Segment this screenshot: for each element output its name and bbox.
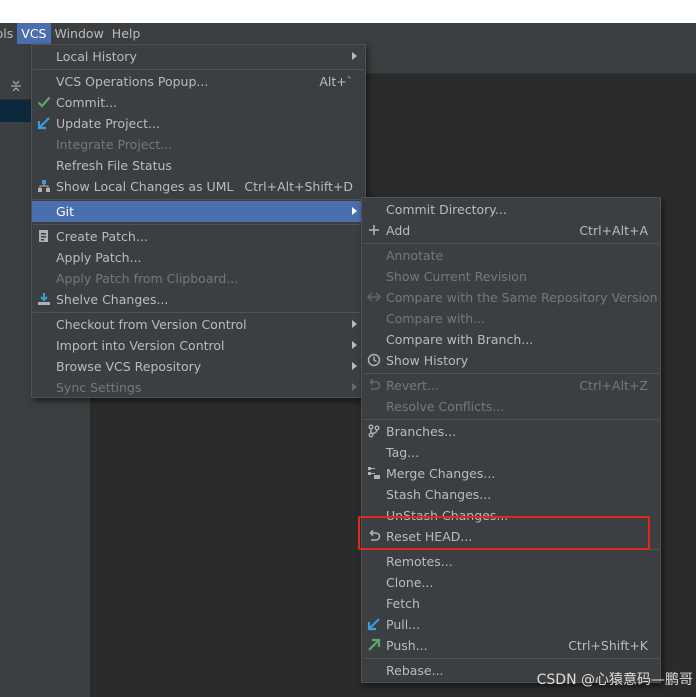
menu-bar: ools VCS Window Help bbox=[0, 23, 696, 44]
menu-item-add[interactable]: Add Ctrl+Alt+A bbox=[362, 220, 660, 241]
plus-icon bbox=[369, 225, 379, 235]
menu-item-apply-patch[interactable]: Apply Patch... bbox=[32, 247, 365, 268]
git-submenu: Commit Directory... Add Ctrl+Alt+A Annota… bbox=[361, 197, 661, 683]
separator bbox=[363, 243, 659, 244]
menu-item-create-patch[interactable]: Create Patch... bbox=[32, 226, 365, 247]
menu-item-show-local-changes-uml[interactable]: Show Local Changes as UML Ctrl+Alt+Shift+… bbox=[32, 176, 365, 197]
menu-item-update-project[interactable]: Update Project... bbox=[32, 113, 365, 134]
uml-diagram-icon bbox=[38, 180, 50, 192]
menu-item-show-current-revision[interactable]: Show Current Revision bbox=[362, 266, 660, 287]
submenu-arrow-icon bbox=[352, 362, 357, 370]
submenu-arrow-icon bbox=[352, 207, 357, 215]
menu-item-remotes[interactable]: Remotes... bbox=[362, 551, 660, 572]
menu-item-show-history[interactable]: Show History bbox=[362, 350, 660, 371]
collapse-all-icon[interactable] bbox=[10, 80, 22, 92]
clock-icon bbox=[367, 353, 381, 367]
submenu-arrow-icon bbox=[352, 341, 357, 349]
blue-arrow-down-left-icon bbox=[37, 117, 50, 130]
shelve-icon bbox=[38, 293, 50, 305]
separator bbox=[363, 658, 659, 659]
blue-arrow-down-left-icon bbox=[367, 618, 380, 631]
submenu-arrow-icon bbox=[352, 383, 357, 391]
separator bbox=[33, 312, 364, 313]
menu-item-tag[interactable]: Tag... bbox=[362, 442, 660, 463]
separator bbox=[33, 199, 364, 200]
menu-item-apply-patch-clipboard[interactable]: Apply Patch from Clipboard... bbox=[32, 268, 365, 289]
menu-item-branches[interactable]: Branches... bbox=[362, 421, 660, 442]
merge-icon bbox=[368, 467, 380, 479]
compare-arrows-icon bbox=[367, 292, 381, 302]
menu-item-browse-vcs-repository[interactable]: Browse VCS Repository bbox=[32, 356, 365, 377]
project-tree-selection bbox=[0, 100, 32, 122]
menu-item-checkout-vcs[interactable]: Checkout from Version Control bbox=[32, 314, 365, 335]
undo-icon bbox=[369, 529, 381, 541]
green-check-icon bbox=[37, 96, 51, 108]
menu-item-git[interactable]: Git bbox=[32, 201, 365, 222]
menu-item-integrate-project[interactable]: Integrate Project... bbox=[32, 134, 365, 155]
submenu-arrow-icon bbox=[352, 52, 357, 60]
menu-item-compare-with[interactable]: Compare with... bbox=[362, 308, 660, 329]
separator bbox=[33, 69, 364, 70]
menu-item-fetch[interactable]: Fetch bbox=[362, 593, 660, 614]
menu-item-clone[interactable]: Clone... bbox=[362, 572, 660, 593]
menu-item-local-history[interactable]: Local History bbox=[32, 46, 365, 67]
undo-icon bbox=[369, 378, 381, 390]
menu-item-vcs-operations-popup[interactable]: VCS Operations Popup... Alt+` bbox=[32, 71, 365, 92]
menu-item-import-vcs[interactable]: Import into Version Control bbox=[32, 335, 365, 356]
menu-tools[interactable]: ools bbox=[0, 23, 17, 44]
menu-item-compare-with-branch[interactable]: Compare with Branch... bbox=[362, 329, 660, 350]
menu-window[interactable]: Window bbox=[51, 23, 108, 44]
branch-icon bbox=[368, 424, 380, 438]
menu-item-pull[interactable]: Pull... bbox=[362, 614, 660, 635]
watermark: CSDN @心猿意码—鹏哥 bbox=[536, 672, 693, 688]
screenshot-top-margin bbox=[0, 0, 696, 23]
menu-item-resolve-conflicts[interactable]: Resolve Conflicts... bbox=[362, 396, 660, 417]
menu-item-push[interactable]: Push... Ctrl+Shift+K bbox=[362, 635, 660, 656]
menu-item-merge-changes[interactable]: Merge Changes... bbox=[362, 463, 660, 484]
editor-tab-bar bbox=[360, 44, 696, 74]
menu-item-commit[interactable]: Commit... bbox=[32, 92, 365, 113]
separator bbox=[363, 419, 659, 420]
menu-item-stash-changes[interactable]: Stash Changes... bbox=[362, 484, 660, 505]
menu-item-refresh-file-status[interactable]: Refresh File Status bbox=[32, 155, 365, 176]
separator bbox=[363, 373, 659, 374]
menu-item-annotate[interactable]: Annotate bbox=[362, 245, 660, 266]
patch-document-icon bbox=[39, 230, 48, 242]
menu-item-revert[interactable]: Revert... Ctrl+Alt+Z bbox=[362, 375, 660, 396]
menu-item-unstash-changes[interactable]: UnStash Changes... bbox=[362, 505, 660, 526]
menu-item-shelve-changes[interactable]: Shelve Changes... bbox=[32, 289, 365, 310]
menu-help[interactable]: Help bbox=[108, 23, 145, 44]
vcs-menu: Local History VCS Operations Popup... Alt… bbox=[31, 44, 366, 398]
menu-item-sync-settings[interactable]: Sync Settings bbox=[32, 377, 365, 398]
green-arrow-up-right-icon bbox=[368, 638, 381, 651]
menu-item-reset-head[interactable]: Reset HEAD... bbox=[362, 526, 660, 547]
project-toolbar bbox=[0, 74, 32, 100]
separator bbox=[33, 224, 364, 225]
separator bbox=[363, 549, 659, 550]
menu-item-compare-same-repo[interactable]: Compare with the Same Repository Version bbox=[362, 287, 660, 308]
submenu-arrow-icon bbox=[352, 320, 357, 328]
menu-vcs[interactable]: VCS bbox=[17, 23, 51, 44]
menu-item-commit-directory[interactable]: Commit Directory... bbox=[362, 199, 660, 220]
